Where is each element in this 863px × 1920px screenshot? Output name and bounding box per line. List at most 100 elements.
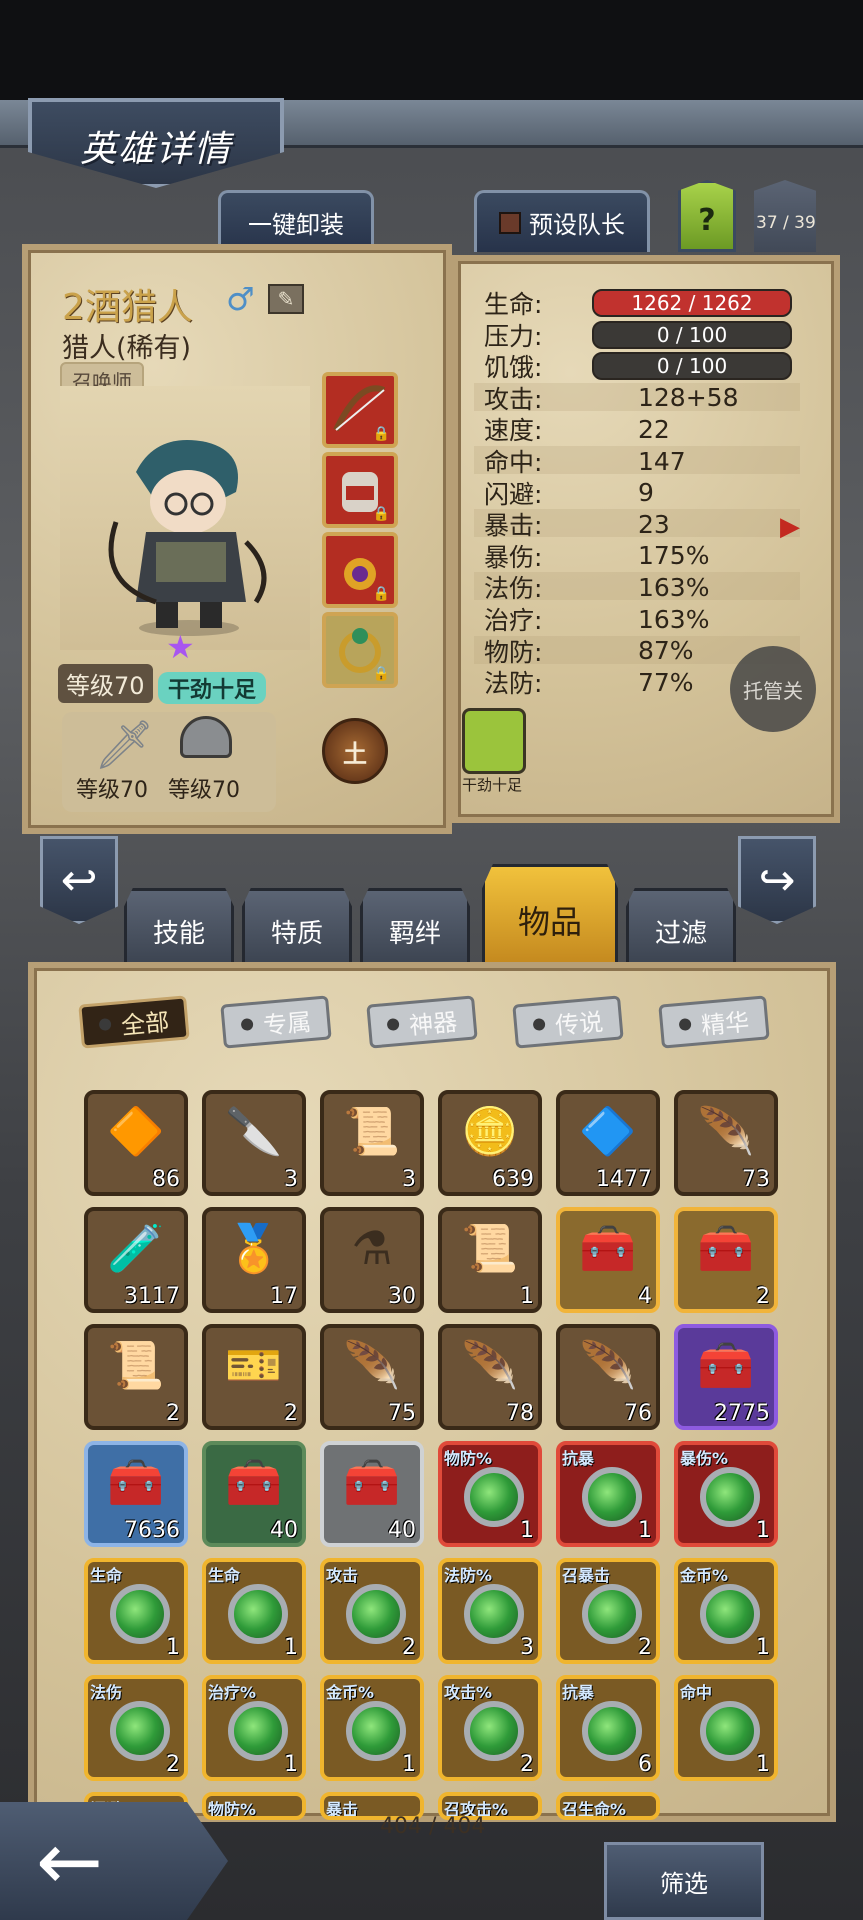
green-gem-icon	[464, 1584, 524, 1644]
next-hero-arrow[interactable]: ↪	[738, 836, 816, 924]
weapon-level: 等级70	[76, 778, 148, 803]
item-icon: 🪶	[697, 1104, 755, 1158]
inventory-item[interactable]: 召暴击 2	[556, 1558, 660, 1664]
inventory-item[interactable]: 🎫 2	[202, 1324, 306, 1430]
leader-checkbox[interactable]	[499, 211, 521, 234]
prev-hero-arrow[interactable]: ↩	[40, 836, 118, 924]
backpack-slot[interactable]: 🔒	[322, 452, 398, 528]
item-icon: 🏅	[225, 1221, 283, 1275]
green-gem-icon	[346, 1584, 406, 1644]
unequip-all-button[interactable]: 一键卸装	[218, 190, 374, 252]
weapon-sword-icon[interactable]: 🗡	[94, 716, 155, 773]
item-icon: 🔷	[579, 1104, 637, 1158]
inventory-item[interactable]: 命中 1	[674, 1675, 778, 1781]
lock-icon: 🔒	[372, 506, 390, 522]
preset-leader-button[interactable]: 预设队长	[474, 190, 650, 252]
stat-row: 压力: 0 / 100	[484, 320, 792, 351]
inventory-item[interactable]: 🧰 7636	[84, 1441, 188, 1547]
item-count: 1	[756, 1635, 770, 1660]
stat-row: 物防: 87%	[484, 636, 694, 667]
inventory-item[interactable]: 🪶 76	[556, 1324, 660, 1430]
inventory-item[interactable]: 金币% 1	[320, 1675, 424, 1781]
lock-icon: 🔒	[372, 426, 390, 442]
stat-label: 法防:	[484, 669, 543, 699]
tab-filter[interactable]: 过滤	[626, 888, 736, 962]
filter-chip-all[interactable]: 全部	[78, 995, 190, 1049]
inventory-item[interactable]: 🧰 40	[320, 1441, 424, 1547]
inventory-item[interactable]: 🔷 1477	[556, 1090, 660, 1196]
inventory-item[interactable]: 🧰 2775	[674, 1324, 778, 1430]
ring-slot[interactable]: 🔒	[322, 612, 398, 688]
tab-skills[interactable]: 技能	[124, 888, 234, 962]
inventory-item[interactable]: 📜 2	[84, 1324, 188, 1430]
inventory-item[interactable]: 📜 1	[438, 1207, 542, 1313]
inventory-item[interactable]: 📜 3	[320, 1090, 424, 1196]
inventory-item[interactable]: 🪙 639	[438, 1090, 542, 1196]
stat-row: 法防: 77%	[484, 667, 694, 699]
inventory-item[interactable]: 生命 1	[84, 1558, 188, 1664]
amulet-slot[interactable]: 🔒	[322, 532, 398, 608]
filter-button[interactable]: 筛选	[604, 1842, 764, 1920]
green-gem-icon	[700, 1467, 760, 1527]
stat-value: 175%	[638, 541, 710, 571]
filter-chip-essence[interactable]: 精华	[658, 995, 770, 1049]
inventory-item[interactable]: 🪶 73	[674, 1090, 778, 1196]
expand-arrow-icon[interactable]: ▶	[780, 512, 800, 542]
inventory-item[interactable]: 🔪 3	[202, 1090, 306, 1196]
filter-chip-exclusive[interactable]: 专属	[220, 995, 332, 1049]
item-tag: 攻击	[326, 1566, 359, 1585]
stat-row: 闪避: 9	[484, 478, 654, 509]
auto-mode-button[interactable]: 托管关	[730, 646, 816, 732]
inventory-item[interactable]: 🧰 40	[202, 1441, 306, 1547]
inventory-item[interactable]: 攻击% 2	[438, 1675, 542, 1781]
inventory-item[interactable]: 攻击 2	[320, 1558, 424, 1664]
inventory-item[interactable]: 🧪 3117	[84, 1207, 188, 1313]
help-button[interactable]: ?	[678, 180, 736, 252]
inventory-item[interactable]: 🔶 86	[84, 1090, 188, 1196]
item-icon: 🧰	[697, 1338, 755, 1392]
tab-traits[interactable]: 特质	[242, 888, 352, 962]
back-button[interactable]: ←	[0, 1802, 228, 1920]
stat-row: 治疗: 163%	[484, 604, 709, 636]
item-tag: 金币%	[680, 1566, 729, 1585]
inventory-item[interactable]: 物防% 1	[438, 1441, 542, 1547]
stat-label: 闪避:	[484, 479, 543, 509]
inventory-item[interactable]: 暴伤% 1	[674, 1441, 778, 1547]
inventory-item[interactable]: 🧰 4	[556, 1207, 660, 1313]
item-icon: 🪶	[343, 1338, 401, 1392]
filter-chip-label: 专属	[262, 1007, 313, 1040]
inventory-item[interactable]: 金币% 1	[674, 1558, 778, 1664]
inventory-item[interactable]: 法伤 2	[84, 1675, 188, 1781]
hero-sprite[interactable]	[96, 432, 282, 638]
inventory-item[interactable]: 抗暴 1	[556, 1441, 660, 1547]
preset-leader-label: 预设队长	[529, 211, 625, 239]
inventory-item[interactable]: 召生命%	[556, 1792, 660, 1820]
tab-items[interactable]: 物品	[482, 864, 618, 962]
stat-value: 77%	[638, 667, 694, 697]
tab-bonds[interactable]: 羁绊	[360, 888, 470, 962]
stat-label: 攻击:	[484, 384, 543, 414]
inventory-item[interactable]: 🧰 2	[674, 1207, 778, 1313]
stat-row: 暴击: 23	[484, 509, 670, 541]
filter-chip-legendary[interactable]: 传说	[512, 995, 624, 1049]
stat-label: 暴击:	[484, 511, 543, 541]
inventory-item[interactable]: ⚗ 30	[320, 1207, 424, 1313]
status-bar	[0, 0, 863, 100]
inventory-item[interactable]: 🏅 17	[202, 1207, 306, 1313]
element-earth-icon[interactable]: 土	[322, 718, 388, 784]
stat-row: 命中: 147	[484, 446, 686, 478]
bow-slot[interactable]: 🔒	[322, 372, 398, 448]
inventory-item[interactable]: 抗暴 6	[556, 1675, 660, 1781]
inventory-item[interactable]: 物防%	[202, 1792, 306, 1820]
inventory-item[interactable]: 生命 1	[202, 1558, 306, 1664]
edit-name-icon[interactable]: ✎	[268, 284, 304, 314]
hero-name: 2酒猎人	[62, 287, 193, 328]
inventory-item[interactable]: 治疗% 1	[202, 1675, 306, 1781]
item-count: 639	[492, 1167, 534, 1192]
filter-chip-artifact[interactable]: 神器	[366, 995, 478, 1049]
inventory-item[interactable]: 法防% 3	[438, 1558, 542, 1664]
item-count: 17	[270, 1284, 298, 1309]
trait-icon[interactable]	[462, 708, 526, 774]
inventory-item[interactable]: 🪶 75	[320, 1324, 424, 1430]
inventory-item[interactable]: 🪶 78	[438, 1324, 542, 1430]
